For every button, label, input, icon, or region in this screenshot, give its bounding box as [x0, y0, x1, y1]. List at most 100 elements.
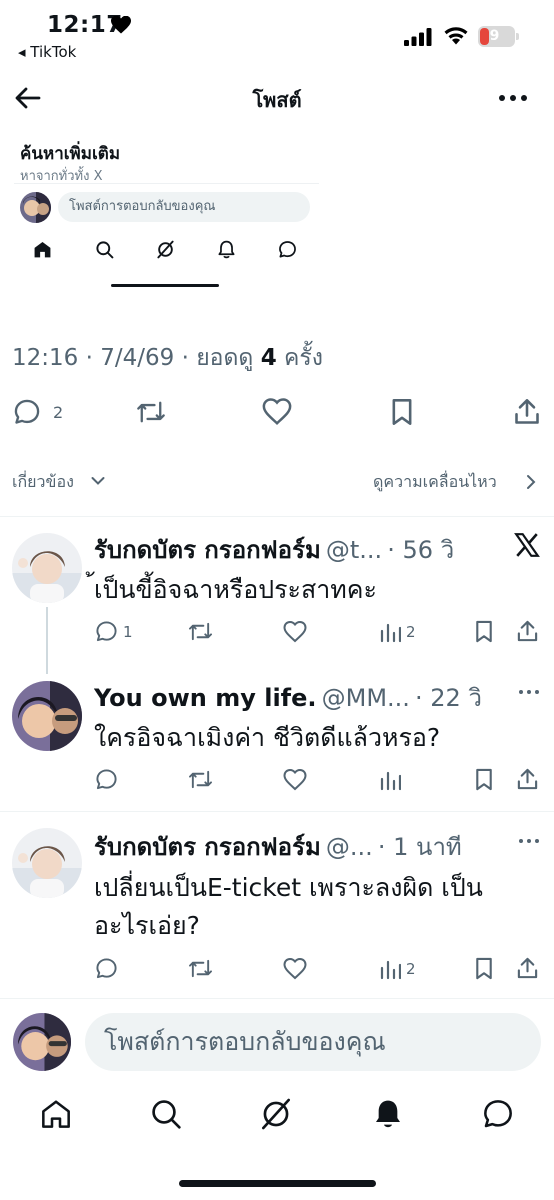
more-button[interactable] — [498, 88, 528, 108]
divider — [0, 516, 554, 517]
card-nav-notifications[interactable] — [217, 240, 236, 259]
like-icon — [283, 958, 307, 980]
display-name[interactable]: รับกดบัตร กรอกฟอร์ม — [94, 536, 321, 564]
signal-icon — [404, 28, 434, 46]
like-button[interactable] — [262, 398, 292, 426]
reply-button[interactable] — [13, 398, 41, 426]
avatar[interactable] — [12, 533, 82, 603]
message-icon — [484, 1100, 512, 1128]
like-icon — [283, 769, 307, 791]
x-logo-icon — [514, 532, 540, 558]
bookmark-button[interactable] — [474, 620, 494, 643]
chevron-right-icon — [526, 474, 536, 490]
like-button[interactable] — [283, 958, 307, 980]
reply-button[interactable] — [95, 957, 118, 980]
share-button[interactable] — [513, 398, 541, 426]
related-dropdown[interactable]: เกี่ยวข้อง — [12, 470, 74, 495]
back-button[interactable] — [14, 84, 46, 112]
repost-button[interactable] — [188, 957, 213, 980]
bookmark-icon — [476, 620, 492, 643]
nav-search[interactable] — [150, 1098, 182, 1130]
message-icon — [279, 241, 296, 258]
post-time: 12:16 — [12, 345, 79, 371]
card-nav-messages[interactable] — [278, 240, 297, 259]
nav-grok[interactable] — [260, 1098, 292, 1130]
bookmark-icon — [476, 957, 492, 980]
tweet-text: ้เป็นขี้อิจฉาหรือประสาทคะ — [94, 575, 377, 604]
avatar[interactable] — [12, 681, 82, 751]
chevron-down-icon — [91, 476, 105, 486]
card-nav-search[interactable] — [95, 240, 114, 259]
like-button[interactable] — [283, 769, 307, 791]
tweet-header: รับกดบัตร กรอกฟอร์ม @t... · 56 วิ — [94, 530, 504, 569]
share-icon — [517, 768, 538, 790]
like-icon — [283, 621, 307, 643]
divider — [0, 811, 554, 812]
share-button[interactable] — [516, 957, 539, 980]
handle[interactable]: @MM... — [322, 684, 410, 712]
repost-button[interactable] — [136, 398, 166, 426]
bookmark-button[interactable] — [474, 957, 494, 980]
views-icon — [380, 623, 401, 643]
reply-icon — [96, 621, 117, 642]
repost-button[interactable] — [188, 768, 213, 791]
views-button[interactable] — [379, 621, 401, 643]
grok-icon — [157, 240, 174, 259]
post-date: 7/4/69 — [100, 345, 175, 371]
card-nav-grok[interactable] — [156, 240, 175, 259]
avatar[interactable] — [20, 192, 51, 223]
nav-notifications[interactable] — [372, 1098, 404, 1130]
card-nav-home[interactable] — [33, 240, 52, 259]
views-suffix: ครั้ง — [284, 345, 323, 371]
repost-icon — [137, 401, 165, 423]
grok-icon — [262, 1098, 290, 1130]
views-count: 2 — [406, 623, 416, 641]
views-icon — [380, 960, 401, 980]
battery-icon: 9 — [478, 26, 519, 47]
reply-button[interactable] — [95, 620, 118, 643]
share-button[interactable] — [516, 768, 539, 791]
views-button[interactable] — [379, 958, 401, 980]
tweet-text: ใครอิจฉาเมิงค่า ชีวิตดีแล้วหรอ? — [94, 723, 441, 752]
bookmark-button[interactable] — [389, 398, 415, 426]
like-button[interactable] — [283, 621, 307, 643]
reply-icon — [96, 769, 117, 790]
reply-button[interactable] — [95, 768, 118, 791]
reply-count: 1 — [123, 623, 133, 641]
nav-messages[interactable] — [482, 1098, 514, 1130]
reply-count: 2 — [53, 403, 64, 422]
battery-level: 9 — [489, 28, 500, 44]
handle[interactable]: @t... — [326, 536, 382, 564]
views-label: ยอดดู — [196, 345, 254, 371]
search-icon — [152, 1100, 181, 1129]
more-button[interactable] — [518, 837, 540, 845]
display-name[interactable]: You own my life. — [94, 684, 317, 712]
post-activity-link[interactable]: ดูความเคลื่อนไหว — [373, 470, 497, 495]
avatar[interactable] — [13, 1013, 71, 1071]
avatar[interactable] — [12, 828, 82, 898]
repost-button[interactable] — [188, 620, 213, 643]
share-icon — [517, 620, 538, 642]
reply-icon — [96, 958, 117, 979]
post-meta: 12:16 · 7/4/69 · ยอดดู 4 ครั้ง — [12, 345, 323, 371]
back-to-app-link[interactable]: ◂ TikTok — [18, 43, 76, 61]
home-icon — [34, 241, 51, 258]
bell-icon — [218, 240, 235, 259]
more-horizontal-icon — [519, 839, 539, 843]
more-horizontal-icon — [519, 690, 539, 694]
tweet-text-line-2: อะไรเอ่ย? — [94, 911, 200, 940]
reply-input[interactable]: โพสต์การตอบกลับของคุณ — [85, 1013, 541, 1071]
bookmark-button[interactable] — [474, 768, 494, 791]
bookmark-icon — [392, 399, 412, 425]
tweet-text-line-1: เปลี่ยนเป็นE-ticket เพราะลงผิด เป็น — [94, 873, 483, 902]
nav-home[interactable] — [40, 1098, 72, 1130]
card-reply-input[interactable]: โพสต์การตอบกลับของคุณ — [58, 192, 310, 222]
like-icon — [262, 398, 292, 425]
share-button[interactable] — [516, 620, 539, 643]
handle[interactable]: @... — [326, 833, 373, 861]
tweet-header: รับกดบัตร กรอกฟอร์ม @... · 1 นาที — [94, 827, 504, 866]
share-icon — [515, 399, 539, 424]
views-button[interactable] — [379, 769, 401, 791]
display-name[interactable]: รับกดบัตร กรอกฟอร์ม — [94, 833, 321, 861]
more-button[interactable] — [518, 688, 540, 696]
